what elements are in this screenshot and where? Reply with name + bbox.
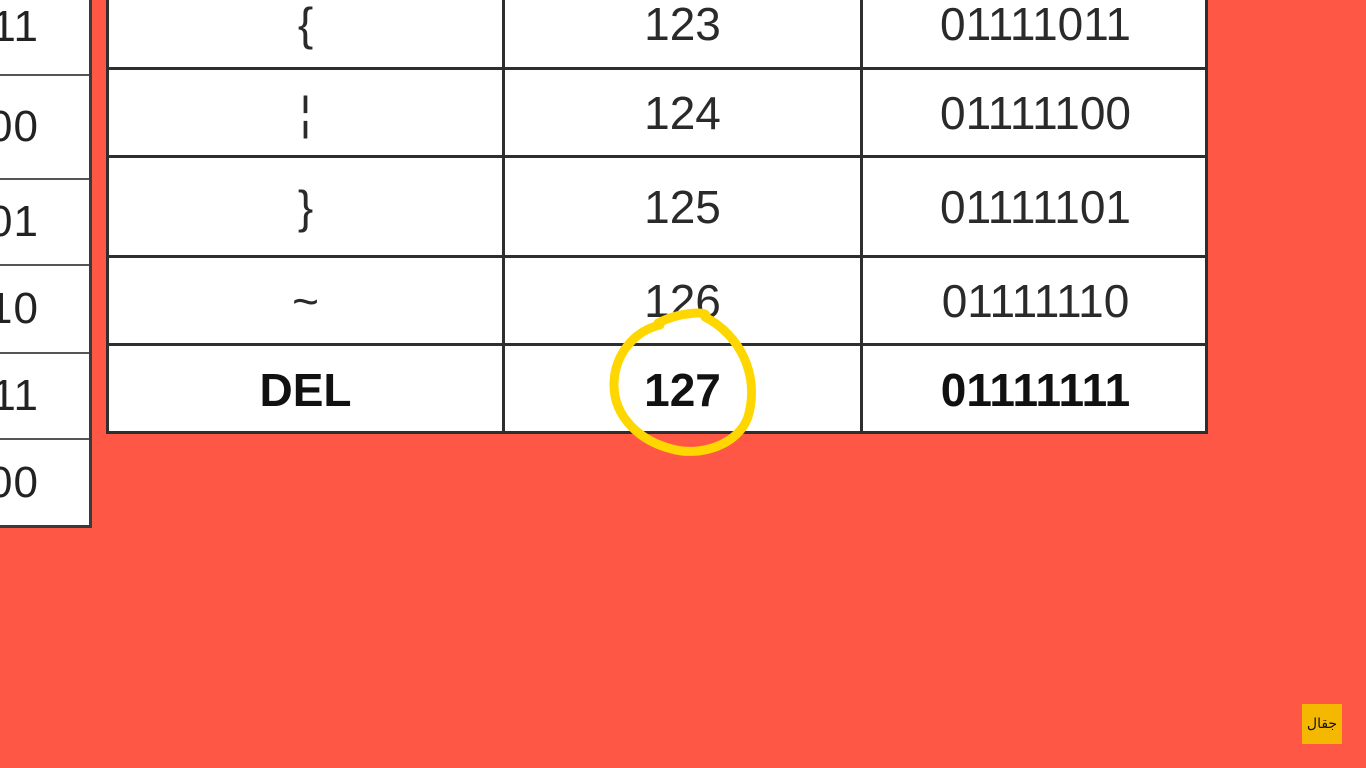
left-partial-table: 11 00 01 10 11 00: [0, 0, 92, 528]
left-table-cell: 11: [0, 354, 89, 440]
decimal-cell: 126: [505, 258, 863, 343]
char-cell: ¦: [109, 70, 505, 155]
binary-cell: 01111111: [940, 364, 1131, 416]
char-cell: DEL: [109, 346, 505, 434]
table-row: ¦ 124 01111100: [109, 70, 1208, 158]
ascii-table: { 123 01111011 ¦ 124 01111100 } 125 0111…: [106, 0, 1208, 434]
left-table-cell: 01: [0, 180, 89, 266]
logo-text: جقال: [1306, 716, 1338, 732]
binary-cell: 01111011: [939, 0, 1131, 50]
table-row: ~ 126 01111110: [109, 258, 1208, 346]
decimal-cell: 123: [505, 0, 863, 67]
binary-cell: 01111101: [939, 180, 1131, 233]
binary-cell: 01111110: [941, 274, 1130, 327]
char-cell: }: [109, 158, 505, 255]
decimal-cell: 127: [505, 346, 863, 434]
char-cell: {: [109, 0, 505, 67]
decimal-cell: 124: [505, 70, 863, 155]
table-row-highlighted: DEL 127 01111111: [109, 346, 1208, 434]
screen: 11 00 01 10 11 00 { 123 01111011 ¦ 124 0…: [0, 0, 1366, 768]
decimal-cell: 125: [505, 158, 863, 255]
left-table-cell: 00: [0, 457, 39, 507]
table-row: { 123 01111011: [109, 0, 1208, 70]
char-cell: ~: [109, 258, 505, 343]
left-table-cell: 10: [0, 266, 89, 354]
channel-logo: جقال: [1302, 704, 1342, 744]
left-table-cell: 11: [0, 0, 89, 76]
left-table-cell: 00: [0, 76, 89, 180]
binary-cell: 01111100: [939, 86, 1131, 139]
table-row: } 125 01111101: [109, 158, 1208, 258]
